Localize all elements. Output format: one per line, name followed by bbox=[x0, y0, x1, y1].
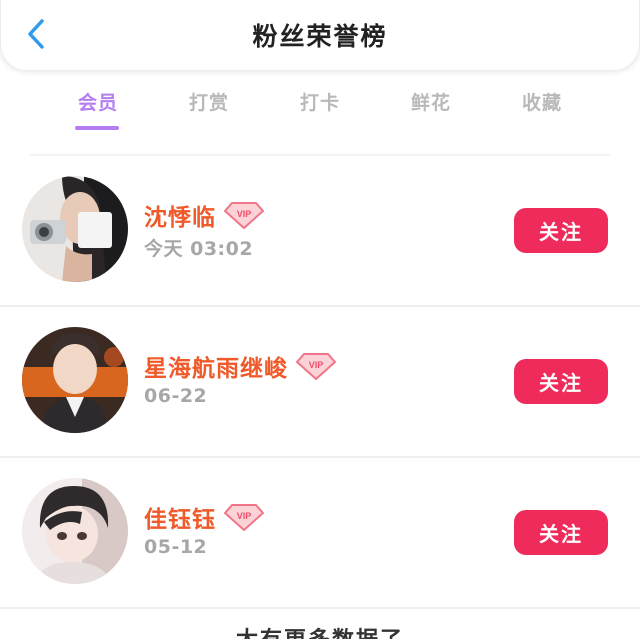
fan-name: 沈悸临 bbox=[144, 205, 216, 231]
name-line: 沈悸临 VIP bbox=[144, 198, 264, 232]
vip-diamond-icon: VIP bbox=[224, 202, 264, 229]
follow-button[interactable]: 关注 bbox=[514, 208, 608, 253]
list-item[interactable]: 佳钰钰 VIP 05-12 关注 bbox=[0, 458, 640, 609]
tab-reward[interactable]: 打赏 bbox=[164, 86, 254, 120]
avatar[interactable] bbox=[22, 176, 128, 282]
tab-label: 打卡 bbox=[299, 92, 340, 114]
vip-badge-text: VIP bbox=[309, 360, 324, 370]
list-item[interactable]: 星海航雨继峻 VIP 06-22 关注 bbox=[0, 307, 640, 458]
avatar[interactable] bbox=[22, 327, 128, 433]
follow-button[interactable]: 关注 bbox=[514, 510, 608, 555]
fan-time: 05-12 bbox=[144, 536, 208, 558]
tab-label: 会员 bbox=[77, 92, 118, 114]
fan-name: 佳钰钰 bbox=[144, 507, 216, 533]
tab-label: 鲜花 bbox=[410, 92, 451, 114]
tab-label: 收藏 bbox=[521, 92, 562, 114]
fan-time: 今天 03:02 bbox=[144, 238, 254, 260]
top-bar: 粉丝荣誉榜 bbox=[0, 0, 640, 70]
tab-label: 打赏 bbox=[188, 92, 229, 114]
tab-member[interactable]: 会员 bbox=[53, 86, 143, 130]
vip-badge-text: VIP bbox=[237, 511, 252, 521]
no-more-data-text: 太有更多数据了 bbox=[0, 622, 640, 639]
vip-diamond-icon: VIP bbox=[224, 504, 264, 531]
page-title: 粉丝荣誉榜 bbox=[252, 22, 388, 51]
fan-list: 沈悸临 VIP 今天 03:02 关注 星海航雨继峻 VIP 06-22 关注 … bbox=[0, 156, 640, 609]
fan-name: 星海航雨继峻 bbox=[144, 356, 288, 382]
vip-badge-text: VIP bbox=[237, 209, 252, 219]
list-item[interactable]: 沈悸临 VIP 今天 03:02 关注 bbox=[0, 156, 640, 307]
tab-bar: 会员 打赏 打卡 鲜花 收藏 bbox=[0, 86, 640, 136]
name-line: 星海航雨继峻 VIP bbox=[144, 349, 336, 383]
follow-button[interactable]: 关注 bbox=[514, 359, 608, 404]
avatar[interactable] bbox=[22, 478, 128, 584]
name-line: 佳钰钰 VIP bbox=[144, 500, 264, 534]
active-tab-indicator bbox=[75, 126, 119, 130]
vip-diamond-icon: VIP bbox=[296, 353, 336, 380]
tab-checkin[interactable]: 打卡 bbox=[275, 86, 365, 120]
fan-time: 06-22 bbox=[144, 385, 208, 407]
tab-flowers[interactable]: 鲜花 bbox=[386, 86, 476, 120]
tab-favorites[interactable]: 收藏 bbox=[497, 86, 587, 120]
